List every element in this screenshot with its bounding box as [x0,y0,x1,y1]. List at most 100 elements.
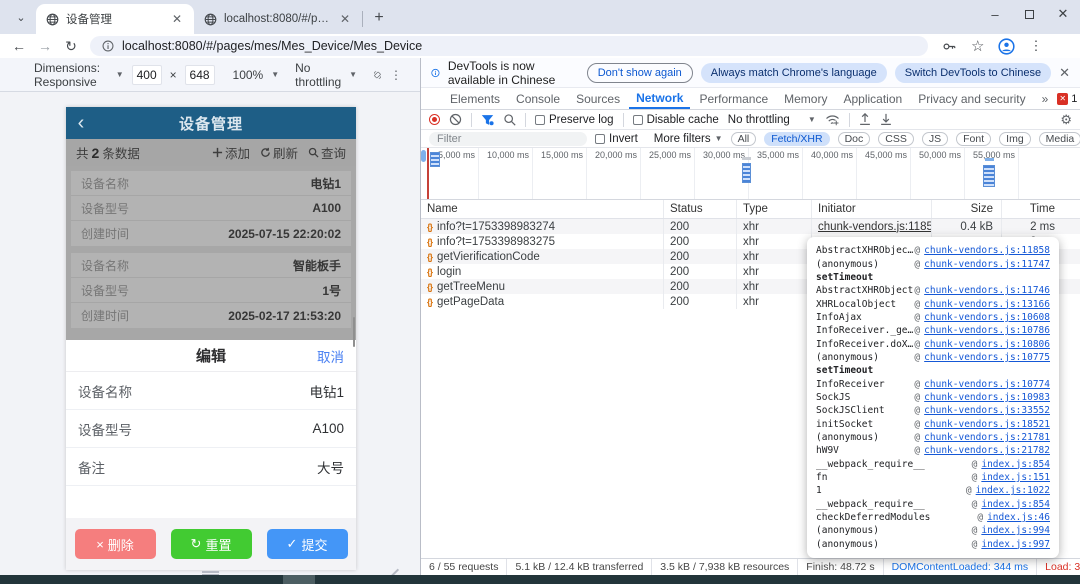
import-har-icon[interactable] [859,113,871,126]
forward-icon[interactable]: → [32,38,58,54]
browser-menu-icon[interactable]: ⋮ [1029,38,1042,54]
source-link[interactable]: index.js:46 [987,512,1050,523]
tab-elements[interactable]: Elements [443,88,507,109]
maximize-button[interactable] [1012,0,1046,28]
source-link[interactable]: chunk-vendors.js:11747 [924,259,1050,270]
query-button[interactable]: 查询 [308,143,346,162]
width-input[interactable]: 400 [132,65,162,85]
column-header-status[interactable]: Status [664,200,737,218]
dont-show-again-button[interactable]: Don't show again [587,63,693,83]
throttling-select[interactable]: No throttling▼ [728,114,816,126]
height-input[interactable]: 648 [185,65,215,85]
network-conditions-icon[interactable] [825,114,840,126]
column-header-type[interactable]: Type [737,200,812,218]
source-link[interactable]: chunk-vendors.js:18521 [924,419,1050,430]
new-tab-button[interactable]: + [367,6,391,30]
filter-pill-js[interactable]: JS [922,132,948,146]
modal-field[interactable]: 设备型号A100 [66,410,356,448]
switch-chinese-button[interactable]: Switch DevTools to Chinese [895,63,1051,83]
filter-pill-all[interactable]: All [731,132,757,146]
export-har-icon[interactable] [880,113,892,126]
filter-pill-doc[interactable]: Doc [838,132,871,146]
source-link[interactable]: index.js:994 [981,525,1050,536]
profile-avatar[interactable] [998,38,1015,55]
tab-sources[interactable]: Sources [569,88,627,109]
request-row[interactable]: {}info?t=1753398983274 200 xhr chunk-ven… [421,219,1080,234]
tab-performance[interactable]: Performance [692,88,775,109]
initiator-link[interactable]: chunk-vendors.js:11858 [818,221,932,233]
network-overview-timeline[interactable]: 5,000 ms 10,000 ms 15,000 ms 20,000 ms 2… [421,148,1080,200]
source-link[interactable]: chunk-vendors.js:33552 [924,405,1050,416]
back-icon[interactable]: ← [6,38,32,54]
add-button[interactable]: 添加 [212,143,250,162]
filter-input[interactable] [429,132,587,146]
reload-icon[interactable]: ↻ [58,38,84,55]
horizontal-scrollbar-track[interactable] [0,575,1080,584]
tab-console[interactable]: Console [509,88,567,109]
zoom-select[interactable]: 100% [233,68,264,82]
tab-close-icon[interactable]: ✕ [170,12,184,26]
source-link[interactable]: chunk-vendors.js:11858 [924,245,1050,256]
field-input[interactable]: A100 [312,421,344,436]
reset-button[interactable]: ↻重置 [171,529,252,559]
tab-close-icon[interactable]: ✕ [338,12,352,26]
phone-scrollbar[interactable] [353,317,355,347]
source-link[interactable]: chunk-vendors.js:11746 [924,285,1050,296]
devicebar-menu-icon[interactable]: ⋮ [390,68,402,82]
tab-privacy-security[interactable]: Privacy and security [911,88,1032,109]
filter-pill-fetch-xhr[interactable]: Fetch/XHR [764,132,829,146]
search-icon[interactable] [503,113,516,126]
modal-field[interactable]: 备注大号 [66,448,356,486]
source-link[interactable]: chunk-vendors.js:10774 [924,379,1050,390]
invert-checkbox[interactable]: Invert [595,133,638,145]
source-link[interactable]: chunk-vendors.js:10806 [924,339,1050,350]
field-input[interactable]: 电钻1 [309,381,344,401]
tab-memory[interactable]: Memory [777,88,834,109]
close-window-button[interactable]: ✕ [1046,0,1080,28]
source-link[interactable]: chunk-vendors.js:10608 [924,312,1050,323]
source-link[interactable]: chunk-vendors.js:10786 [924,325,1050,336]
dimensions-select[interactable]: Dimensions: Responsive [34,61,108,89]
source-link[interactable]: index.js:1022 [976,485,1050,496]
source-link[interactable]: index.js:854 [981,499,1050,510]
tab-application[interactable]: Application [836,88,909,109]
submit-button[interactable]: ✓提交 [267,529,348,559]
clear-network-log-icon[interactable] [449,113,462,126]
rotate-device-icon[interactable] [373,67,382,83]
disable-cache-checkbox[interactable]: Disable cache [633,114,719,126]
device-card[interactable]: 设备名称电钻1 设备型号A100 创建时间2025-07-15 22:20:02 [71,171,351,246]
preserve-log-checkbox[interactable]: Preserve log [535,114,614,126]
password-key-icon[interactable] [942,39,957,54]
more-tabs-button[interactable]: » [1035,88,1056,109]
source-link[interactable]: index.js:854 [981,459,1050,470]
filter-pill-media[interactable]: Media [1039,132,1080,146]
record-network-log-button[interactable] [429,114,440,125]
page-info-icon[interactable] [102,40,114,52]
url-field[interactable]: localhost:8080/#/pages/mes/Mes_Device/Me… [90,36,928,56]
network-settings-icon[interactable]: ⚙ [1060,112,1072,128]
match-language-button[interactable]: Always match Chrome's language [701,63,887,83]
source-link[interactable]: chunk-vendors.js:21781 [924,432,1050,443]
source-link[interactable]: chunk-vendors.js:21782 [924,445,1050,456]
browser-tab-active[interactable]: 设备管理 ✕ [36,4,194,34]
source-link[interactable]: chunk-vendors.js:10775 [924,352,1050,363]
tab-search-chevron-icon[interactable]: ⌄ [8,4,34,30]
error-badge[interactable]: ✕1 [1057,93,1077,105]
filter-icon[interactable] [481,114,494,126]
source-link[interactable]: index.js:151 [981,472,1050,483]
column-header-initiator[interactable]: Initiator [812,200,932,218]
delete-button[interactable]: ×删除 [75,529,156,559]
overview-drag-handle[interactable] [421,150,426,162]
filter-pill-css[interactable]: CSS [878,132,914,146]
field-input[interactable]: 大号 [317,457,344,477]
column-header-size[interactable]: Size [932,200,1002,218]
filter-pill-font[interactable]: Font [956,132,991,146]
column-header-name[interactable]: Name [421,200,664,218]
source-link[interactable]: index.js:997 [981,539,1050,550]
browser-tab-inactive[interactable]: localhost:8080/#/pages/men ✕ [194,4,362,34]
minimize-button[interactable]: – [978,0,1012,28]
filter-pill-img[interactable]: Img [999,132,1031,146]
more-filters-select[interactable]: More filters▼ [654,133,723,145]
modal-field[interactable]: 设备名称电钻1 [66,372,356,410]
column-header-time[interactable]: Time [1002,200,1071,218]
